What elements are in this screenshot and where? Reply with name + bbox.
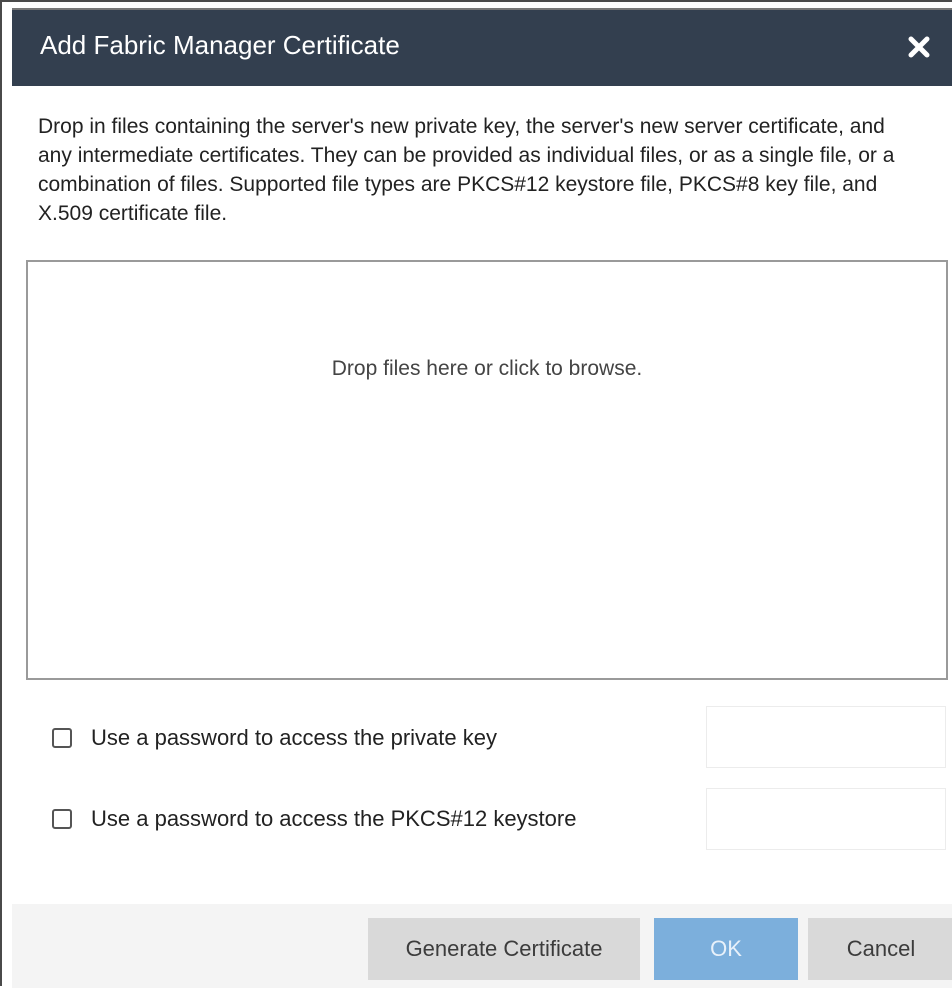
- private-key-password-field[interactable]: [706, 706, 946, 768]
- dialog-description: Drop in files containing the server's ne…: [38, 115, 895, 225]
- add-certificate-dialog: Add Fabric Manager Certificate Drop in f…: [0, 0, 952, 988]
- file-dropzone[interactable]: Drop files here or click to browse.: [26, 260, 948, 680]
- keystore-password-field[interactable]: [706, 788, 946, 850]
- dialog-footer: Generate Certificate OK Cancel: [12, 904, 952, 988]
- keystore-password-option[interactable]: Use a password to access the PKCS#12 key…: [52, 799, 576, 839]
- close-icon[interactable]: [904, 30, 934, 64]
- dialog-title: Add Fabric Manager Certificate: [40, 30, 400, 60]
- generate-certificate-button[interactable]: Generate Certificate: [368, 918, 640, 980]
- dialog-title-bar: Add Fabric Manager Certificate: [12, 8, 952, 86]
- private-key-password-checkbox[interactable]: [52, 728, 72, 748]
- private-key-password-label: Use a password to access the private key: [91, 725, 497, 750]
- keystore-password-checkbox[interactable]: [52, 809, 72, 829]
- keystore-password-label: Use a password to access the PKCS#12 key…: [91, 806, 577, 831]
- cancel-button[interactable]: Cancel: [808, 918, 952, 980]
- dropzone-text: Drop files here or click to browse.: [331, 357, 643, 380]
- ok-button[interactable]: OK: [654, 918, 798, 980]
- private-key-password-option[interactable]: Use a password to access the private key: [52, 718, 497, 758]
